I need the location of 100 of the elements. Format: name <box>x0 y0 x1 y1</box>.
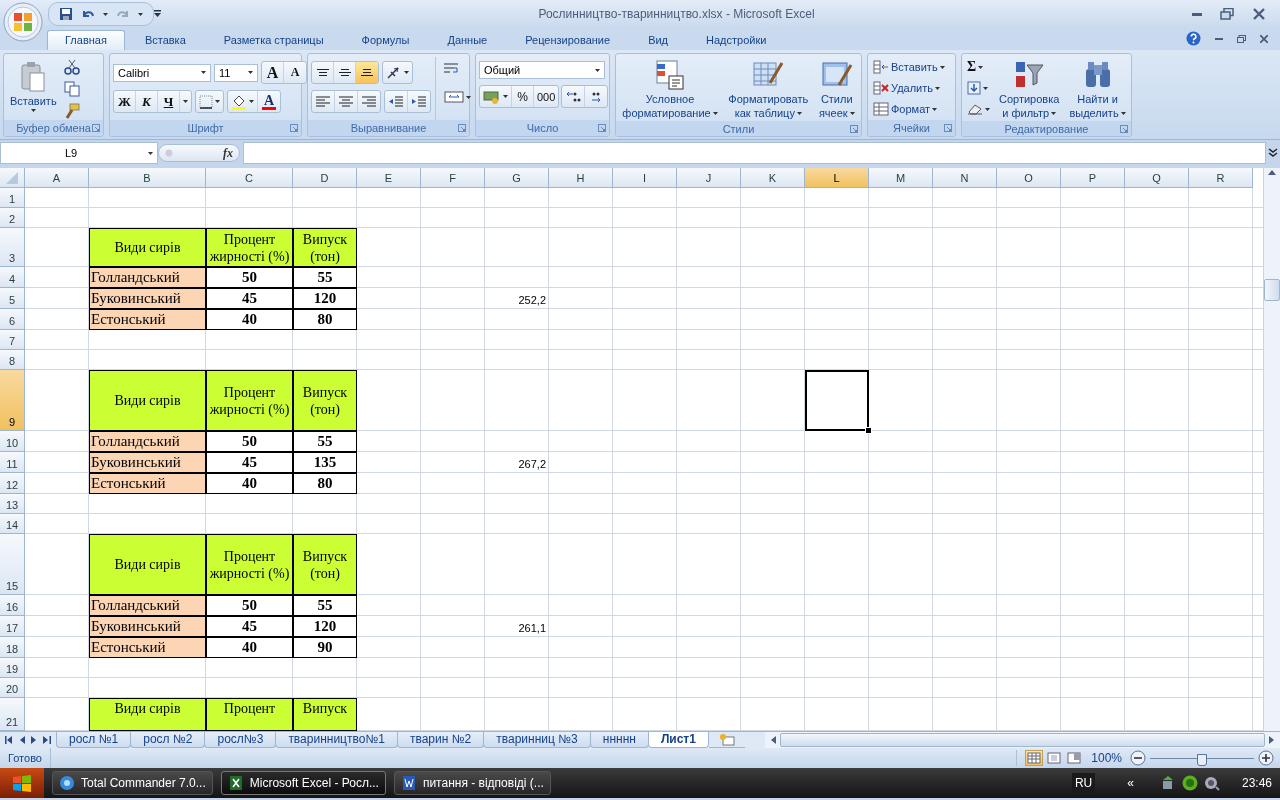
thousands-separator-button[interactable]: 000 <box>534 86 559 107</box>
ribbon-tab[interactable]: Главная <box>47 30 125 50</box>
row-header[interactable]: 21 <box>0 698 25 731</box>
align-bottom-icon <box>361 69 373 76</box>
column-header[interactable]: I <box>613 168 677 188</box>
row-header[interactable]: 18 <box>0 637 25 658</box>
row-header[interactable]: 13 <box>0 494 25 514</box>
office-logo-button[interactable] <box>3 2 43 42</box>
column-header[interactable]: G <box>485 168 549 188</box>
font-size-field[interactable]: 11 <box>214 63 258 82</box>
column-header[interactable]: R <box>1189 168 1253 188</box>
row-header[interactable]: 4 <box>0 267 25 288</box>
normal-view-button[interactable] <box>1025 750 1044 766</box>
row-header[interactable]: 16 <box>0 595 25 616</box>
taskbar-button[interactable]: Microsoft Excel - Росл... <box>220 771 386 795</box>
row-header[interactable]: 11 <box>0 452 25 473</box>
zoom-slider[interactable] <box>1150 753 1254 763</box>
language-indicator[interactable]: RU <box>1071 773 1096 793</box>
insert-function-button[interactable]: fx <box>158 144 240 162</box>
sheet-tab[interactable]: росл№3 <box>204 732 277 748</box>
column-header[interactable]: M <box>869 168 933 188</box>
column-header[interactable]: K <box>741 168 805 188</box>
column-header[interactable]: Q <box>1125 168 1189 188</box>
row-header[interactable]: 17 <box>0 616 25 637</box>
column-header[interactable]: D <box>293 168 357 188</box>
column-header[interactable]: O <box>997 168 1061 188</box>
find-select-button[interactable]: Найти и выделить <box>1066 57 1129 121</box>
active-cell[interactable] <box>805 370 869 431</box>
row-header[interactable]: 15 <box>0 534 25 595</box>
show-hidden-icons-button[interactable]: « <box>1127 776 1134 790</box>
vertical-align-button[interactable] <box>356 62 378 83</box>
row-header[interactable]: 20 <box>0 678 25 698</box>
ribbon-tab[interactable]: Разметка страницы <box>205 30 342 50</box>
column-header[interactable]: J <box>677 168 741 188</box>
row-header[interactable]: 19 <box>0 658 25 678</box>
format-as-table-button[interactable]: Форматировать как таблицу <box>725 57 812 121</box>
ribbon-tab[interactable]: Вставка <box>126 30 204 50</box>
formula-input[interactable] <box>243 142 1266 164</box>
sheet-tab[interactable]: тварин №2 <box>396 732 485 748</box>
scrollbar-thumb[interactable] <box>779 733 1265 747</box>
zoom-slider-thumb[interactable] <box>1197 753 1207 766</box>
currency-format-button[interactable] <box>480 86 512 107</box>
column-header[interactable]: N <box>933 168 997 188</box>
horizontal-scrollbar[interactable] <box>764 732 1280 748</box>
number-format-field[interactable]: Общий <box>479 61 605 79</box>
start-button[interactable] <box>0 768 44 798</box>
row-header[interactable]: 7 <box>0 330 25 350</box>
pagebreak-view-button[interactable] <box>1065 750 1084 766</box>
sort-filter-button[interactable]: Сортировка и фильтр <box>996 57 1063 121</box>
percent-button[interactable]: % <box>512 86 534 107</box>
sheet-tab[interactable]: ннннн <box>589 732 649 748</box>
autosum-button[interactable]: Σ <box>965 57 992 77</box>
row-header[interactable]: 9 <box>0 370 25 431</box>
column-header[interactable]: C <box>206 168 293 188</box>
row-header[interactable]: 14 <box>0 514 25 534</box>
ribbon-tab[interactable]: Надстройки <box>688 30 785 50</box>
sheet-tab[interactable]: тваринництво№1 <box>275 732 398 748</box>
insert-cells-button[interactable]: Вставить <box>871 57 947 77</box>
column-header[interactable]: P <box>1061 168 1125 188</box>
italic-button[interactable]: К <box>136 91 158 112</box>
row-header[interactable]: 1 <box>0 188 25 208</box>
row-header[interactable]: 2 <box>0 208 25 228</box>
column-header[interactable]: A <box>25 168 89 188</box>
sheet-tab[interactable]: росл №1 <box>56 732 132 748</box>
vertical-scrollbar[interactable] <box>1263 168 1280 731</box>
cell-styles-button[interactable]: Стили ячеек <box>815 57 858 121</box>
sheet-tab[interactable]: Лист1 <box>647 732 709 748</box>
layout-view-button[interactable] <box>1045 750 1064 766</box>
ribbon-tab[interactable]: Формулы <box>343 30 428 50</box>
row-header[interactable]: 12 <box>0 473 25 494</box>
scrollbar-thumb[interactable] <box>1264 279 1280 301</box>
delete-cells-button[interactable]: Удалить <box>871 78 947 98</box>
shrink-font-button[interactable]: A <box>284 62 306 83</box>
column-header[interactable]: H <box>549 168 613 188</box>
row-header[interactable]: 5 <box>0 288 25 309</box>
column-header[interactable]: E <box>357 168 421 188</box>
column-header[interactable]: F <box>421 168 485 188</box>
row-header[interactable]: 10 <box>0 431 25 452</box>
next-sheet-icon <box>31 736 37 744</box>
row-header[interactable]: 8 <box>0 350 25 370</box>
ribbon-tab[interactable]: Вид <box>630 30 687 50</box>
bold-button[interactable]: Ж <box>114 91 136 112</box>
underline-button[interactable]: Ч <box>158 91 180 112</box>
format-cells-button[interactable]: Формат <box>871 99 947 119</box>
row-header[interactable]: 3 <box>0 228 25 267</box>
column-header[interactable]: L <box>805 168 869 188</box>
name-box[interactable]: L9 <box>0 142 158 164</box>
sheet-tab[interactable]: росл №2 <box>130 732 206 748</box>
taskbar-button[interactable]: Total Commander 7.0... <box>52 771 213 795</box>
font-color-button[interactable]: A <box>258 91 280 112</box>
grow-font-button[interactable]: A <box>262 62 284 83</box>
conditional-formatting-button[interactable]: Условное форматирование <box>619 57 721 121</box>
font-name-field[interactable]: Calibri <box>113 63 211 82</box>
ribbon-tab[interactable]: Данные <box>429 30 506 50</box>
column-header[interactable]: B <box>89 168 206 188</box>
row-header[interactable]: 6 <box>0 309 25 330</box>
paste-button[interactable]: Вставить <box>7 57 60 120</box>
ribbon-tab[interactable]: Рецензирование <box>507 30 629 50</box>
sheet-tab[interactable]: тваринниц №3 <box>483 732 591 748</box>
taskbar-button[interactable]: питання - відповіді (... <box>393 771 551 795</box>
